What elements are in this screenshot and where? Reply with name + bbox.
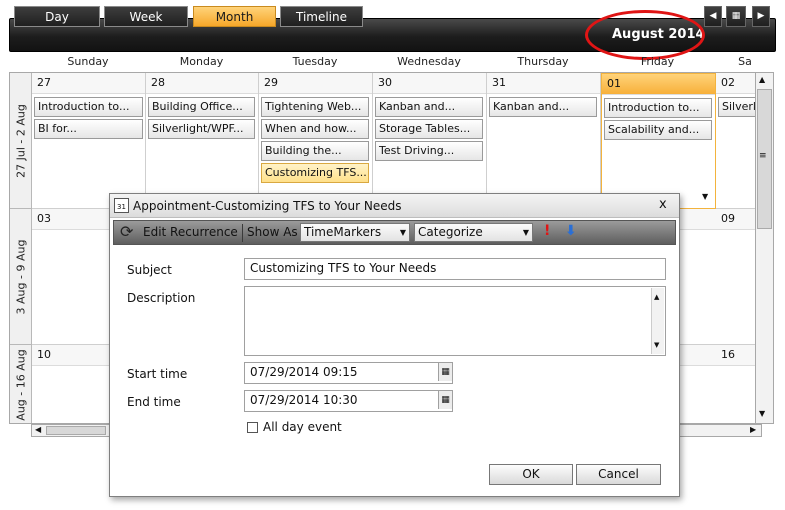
day-header-sunday: Sunday — [67, 55, 109, 68]
appointment[interactable]: When and how... — [261, 119, 369, 139]
appointment[interactable]: BI for... — [34, 119, 143, 139]
day-header-monday: Monday — [179, 55, 224, 68]
day-header-friday: Friday — [640, 55, 675, 68]
description-label: Description — [127, 291, 196, 305]
edit-recurrence-button[interactable]: Edit Recurrence — [143, 221, 238, 244]
more-arrow-icon[interactable]: ▼ — [702, 192, 708, 201]
day-cell-today[interactable]: 01 Introduction to... Scalability and...… — [601, 73, 716, 209]
low-importance-icon[interactable]: ⬇ — [565, 223, 577, 239]
day-number: 31 — [487, 73, 600, 94]
appointment-dialog: 31 Appointment-Customizing TFS to Your N… — [109, 193, 680, 497]
day-number: 27 — [32, 73, 145, 94]
show-as-dropdown[interactable]: TimeMarkers ▼ — [300, 223, 410, 242]
week-label: 3 Aug - 9 Aug — [10, 209, 32, 345]
date-picker-icon[interactable]: ▦ — [438, 391, 452, 409]
appointment[interactable]: Introduction to... — [34, 97, 143, 117]
scroll-down-icon[interactable]: ▼ — [759, 409, 765, 418]
week-view-button[interactable]: Week — [104, 6, 188, 27]
show-as-label: Show As — [247, 225, 298, 239]
scroll-left-icon[interactable]: ◀ — [35, 425, 41, 434]
high-importance-icon[interactable]: ! — [544, 223, 550, 239]
day-number: 30 — [373, 73, 486, 94]
week-label: 27 Jul - 2 Aug — [10, 73, 32, 209]
day-header-tuesday: Tuesday — [292, 55, 338, 68]
appointment[interactable]: Introduction to... — [604, 98, 712, 118]
scroll-down-icon[interactable]: ▼ — [654, 336, 659, 354]
appointment-selected[interactable]: Customizing TFS... — [261, 163, 369, 183]
calendar-icon: 31 — [114, 198, 129, 213]
day-cell[interactable]: 30 Kanban and... Storage Tables... Test … — [373, 73, 487, 209]
description-field[interactable]: ▲ ▼ — [244, 286, 666, 356]
all-day-checkbox[interactable] — [247, 422, 258, 433]
appointment[interactable]: Kanban and... — [375, 97, 483, 117]
timeline-view-button[interactable]: Timeline — [280, 6, 363, 27]
day-header-saturday: Sa — [738, 55, 752, 68]
calendar-picker-icon[interactable]: ▦ — [726, 6, 746, 27]
appointment[interactable]: Building Office... — [148, 97, 255, 117]
appointment[interactable]: Building the... — [261, 141, 369, 161]
appointment[interactable]: Scalability and... — [604, 120, 712, 140]
day-cell[interactable]: 27 Introduction to... BI for... — [32, 73, 146, 209]
scroll-up-icon[interactable]: ▲ — [654, 288, 659, 306]
vertical-scrollbar[interactable]: ▲ ≡ ▼ — [755, 72, 774, 424]
date-picker-icon[interactable]: ▦ — [438, 363, 452, 381]
prev-arrow-icon[interactable]: ◀ — [704, 6, 722, 27]
appointment[interactable]: Silverlight/WPF... — [148, 119, 255, 139]
start-time-field[interactable]: 07/29/2014 09:15 ▦ — [244, 362, 453, 384]
next-arrow-icon[interactable]: ▶ — [752, 6, 770, 27]
day-cell[interactable]: 29 Tightening Web... When and how... Bui… — [259, 73, 373, 209]
day-number: 01 — [602, 74, 715, 95]
highlight-circle — [585, 10, 705, 60]
end-time-label: End time — [127, 395, 181, 409]
day-header-wednesday: Wednesday — [397, 55, 461, 68]
recurrence-icon[interactable]: ⟳ — [120, 222, 133, 241]
day-cell[interactable]: 31 Kanban and... — [487, 73, 601, 209]
day-view-button[interactable]: Day — [14, 6, 100, 27]
appointment[interactable]: Test Driving... — [375, 141, 483, 161]
dialog-title-bar[interactable]: 31 Appointment-Customizing TFS to Your N… — [110, 194, 679, 218]
appointment[interactable]: Kanban and... — [489, 97, 597, 117]
scroll-thumb[interactable] — [46, 426, 106, 435]
day-cell[interactable]: 28 Building Office... Silverlight/WPF... — [146, 73, 259, 209]
subject-label: Subject — [127, 263, 172, 277]
ok-button[interactable]: OK — [489, 464, 573, 485]
week-label: Aug - 16 Aug — [10, 345, 32, 423]
chevron-down-icon: ▼ — [399, 228, 406, 237]
categorize-dropdown[interactable]: Categorize ▼ — [414, 223, 533, 242]
close-icon[interactable]: x — [659, 197, 667, 212]
all-day-label: All day event — [263, 420, 342, 434]
description-scrollbar[interactable]: ▲ ▼ — [651, 288, 664, 354]
month-view-button[interactable]: Month — [193, 6, 276, 27]
dialog-toolbar: ⟳ Edit Recurrence Show As TimeMarkers ▼ C… — [113, 220, 676, 245]
day-number: 29 — [259, 73, 372, 94]
appointment[interactable]: Tightening Web... — [261, 97, 369, 117]
chevron-down-icon: ▼ — [522, 228, 529, 237]
start-time-label: Start time — [127, 367, 188, 381]
end-time-field[interactable]: 07/29/2014 10:30 ▦ — [244, 390, 453, 412]
scroll-right-icon[interactable]: ▶ — [750, 425, 756, 434]
appointment[interactable]: Storage Tables... — [375, 119, 483, 139]
grip-icon: ≡ — [759, 151, 767, 161]
day-header-thursday: Thursday — [517, 55, 569, 68]
day-number: 28 — [146, 73, 258, 94]
scroll-up-icon[interactable]: ▲ — [759, 75, 765, 84]
toolbar-divider — [242, 224, 243, 242]
subject-field[interactable]: Customizing TFS to Your Needs — [244, 258, 666, 280]
dialog-title: Appointment-Customizing TFS to Your Need… — [133, 199, 402, 213]
cancel-button[interactable]: Cancel — [576, 464, 661, 485]
